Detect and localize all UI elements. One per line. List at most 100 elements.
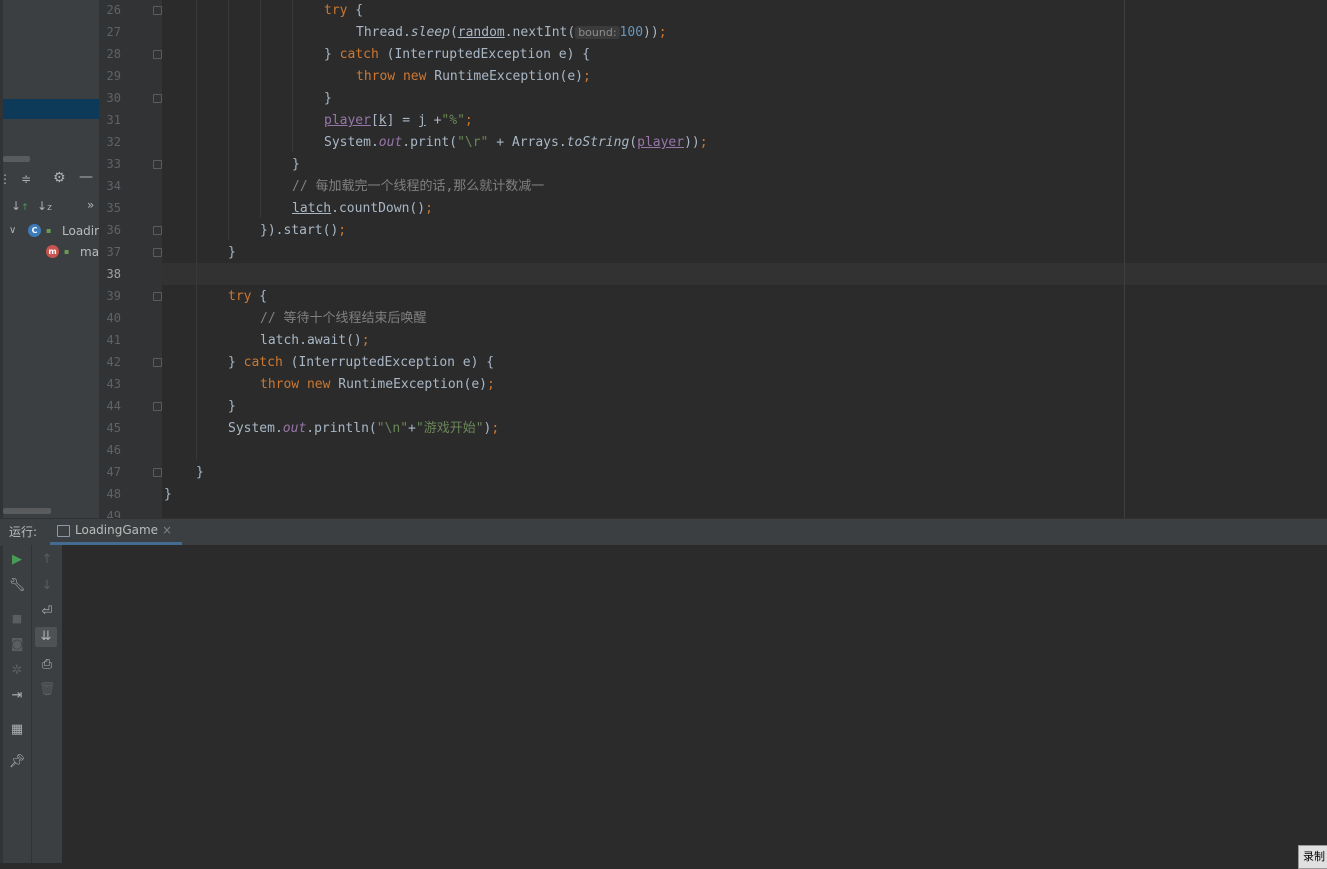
indent-guide <box>196 0 197 460</box>
line-number: 35 <box>106 201 121 215</box>
method-icon: m <box>46 245 59 258</box>
run-toolbar-secondary: ↑ ↓ ⏎ ⇊ ⎙ 🗑︎ <box>31 545 62 863</box>
code-line-30: } <box>324 91 332 106</box>
structure-sort-toolbar: ↓↑ ↓z » <box>3 194 99 220</box>
stop-icon[interactable]: ■ <box>7 611 27 627</box>
code-line-34: // 每加载完一个线程的话,那么就计数减一 <box>292 179 545 194</box>
sort-visibility-icon[interactable]: ↓↑ <box>11 199 29 215</box>
current-line-highlight <box>162 263 1327 285</box>
fold-marker[interactable] <box>153 50 162 59</box>
indent-guide <box>292 0 293 152</box>
structure-scrollbar-bottom[interactable] <box>3 508 51 514</box>
more-icon[interactable]: » <box>87 198 94 212</box>
code-line-45: System.out.println("\n"+"游戏开始"); <box>228 421 500 436</box>
line-number: 46 <box>106 443 121 457</box>
chevron-down-icon[interactable]: ∨ <box>9 221 16 241</box>
indent-guide <box>228 0 229 240</box>
line-number: 37 <box>106 245 121 259</box>
line-number: 36 <box>106 223 121 237</box>
code-line-39: try { <box>228 289 268 304</box>
line-number: 26 <box>106 3 121 17</box>
code-line-42: } catch (InterruptedException e) { <box>228 355 495 370</box>
code-line-32: System.out.print("\r" + Arrays.toString(… <box>324 135 708 150</box>
layout-icon[interactable]: ▦ <box>7 722 27 738</box>
scroll-to-end-icon[interactable]: ⇊ <box>35 627 57 647</box>
minimize-icon[interactable]: — <box>79 170 93 184</box>
trash-icon[interactable]: 🗑︎ <box>37 682 57 698</box>
fold-marker[interactable] <box>153 402 162 411</box>
code-line-26: try { <box>324 3 364 18</box>
class-icon: C <box>28 224 41 237</box>
line-number: 32 <box>106 135 121 149</box>
tree-item-method[interactable]: m ▪ main <box>3 242 110 262</box>
code-editor[interactable] <box>162 0 1327 518</box>
code-line-44: } <box>228 399 236 414</box>
indent-guide <box>260 0 261 218</box>
code-line-28: } catch (InterruptedException e) { <box>324 47 591 62</box>
line-number: 31 <box>106 113 121 127</box>
fold-marker[interactable] <box>153 160 162 169</box>
fold-marker[interactable] <box>153 292 162 301</box>
rerun-icon[interactable]: ▶ <box>7 552 27 568</box>
collapse-all-icon[interactable]: ⋮ <box>0 172 11 186</box>
line-number: 30 <box>106 91 121 105</box>
code-line-27: Thread.sleep(random.nextInt(bound: 100)); <box>356 25 667 40</box>
line-number: 48 <box>106 487 121 501</box>
fold-marker[interactable] <box>153 248 162 257</box>
line-number: 45 <box>106 421 121 435</box>
soft-wrap-icon[interactable]: ⏎ <box>37 604 57 620</box>
line-number: 34 <box>106 179 121 193</box>
parameter-hint: bound: <box>575 26 620 39</box>
code-line-29: throw new RuntimeException(e); <box>356 69 591 84</box>
sort-alpha-icon[interactable]: ↓z <box>37 199 52 215</box>
line-number: 41 <box>106 333 121 347</box>
code-line-43: throw new RuntimeException(e); <box>260 377 495 392</box>
line-number: 44 <box>106 399 121 413</box>
print-icon[interactable]: ⎙ <box>37 657 57 673</box>
public-lock-icon: ▪ <box>46 226 52 235</box>
line-number: 40 <box>106 311 121 325</box>
expand-all-icon[interactable]: ≑ <box>21 172 31 186</box>
camera-icon[interactable]: ◙ <box>7 637 27 653</box>
code-line-35: latch.countDown(); <box>292 201 433 216</box>
code-line-31: player[k] = j +"%"; <box>324 113 473 128</box>
line-number: 28 <box>106 47 121 61</box>
structure-scrollbar-top[interactable] <box>3 156 30 162</box>
structure-selection-highlight <box>3 99 99 119</box>
exit-icon[interactable]: ⇥ <box>7 688 27 704</box>
line-number: 47 <box>106 465 121 479</box>
console-icon <box>57 525 70 537</box>
run-panel-header <box>0 518 1327 546</box>
right-margin-guide <box>1124 0 1125 518</box>
run-panel-label: 运行: <box>9 525 38 539</box>
line-number-gutter: 26 27 28 29 30 31 32 33 34 35 36 37 38 3… <box>99 0 162 518</box>
record-button[interactable]: 录制 <box>1298 845 1327 869</box>
fold-marker[interactable] <box>153 94 162 103</box>
code-line-41: latch.await(); <box>260 333 370 348</box>
tree-item-class[interactable]: ∨ C ▪ LoadingGame <box>3 221 145 241</box>
fold-marker[interactable] <box>153 226 162 235</box>
fold-marker[interactable] <box>153 6 162 15</box>
code-line-37: } <box>228 245 236 260</box>
run-tab-label: LoadingGame <box>75 523 159 537</box>
run-toolbar-primary: ▶ 🔧︎ ■ ◙ ✲ ⇥ ▦ 📌︎ <box>3 545 31 863</box>
arrow-up-icon[interactable]: ↑ <box>37 552 57 568</box>
line-number: 33 <box>106 157 121 171</box>
line-number: 43 <box>106 377 121 391</box>
line-number: 42 <box>106 355 121 369</box>
fold-marker[interactable] <box>153 468 162 477</box>
line-number: 38 <box>106 267 121 281</box>
public-lock-icon: ▪ <box>64 247 70 256</box>
pin-icon[interactable]: 📌︎ <box>7 754 27 770</box>
debug-bug-icon[interactable]: ✲ <box>7 663 27 679</box>
close-icon[interactable]: × <box>162 523 172 537</box>
code-line-36: }).start(); <box>260 223 347 238</box>
gear-icon[interactable]: ⚙ <box>53 171 66 185</box>
wrench-icon[interactable]: 🔧︎ <box>7 578 27 594</box>
structure-toolbar: ⋮ ≑ ⚙ — <box>0 167 99 193</box>
line-number: 27 <box>106 25 121 39</box>
console-output[interactable] <box>62 545 1327 863</box>
arrow-down-icon[interactable]: ↓ <box>37 578 57 594</box>
fold-marker[interactable] <box>153 358 162 367</box>
code-line-40: // 等待十个线程结束后唤醒 <box>260 311 427 326</box>
